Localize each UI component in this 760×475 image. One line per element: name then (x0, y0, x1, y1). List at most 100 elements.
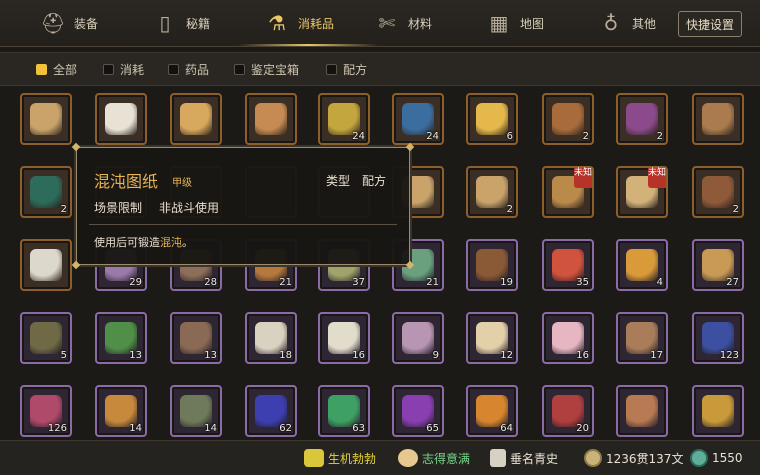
inventory-slot[interactable]: 4 (616, 239, 668, 291)
inventory-slot[interactable]: 64 (466, 385, 518, 437)
unknown-badge: 未知 (648, 168, 666, 188)
item-count: 24 (352, 131, 365, 142)
inventory-slot[interactable] (692, 93, 744, 145)
inventory-slot[interactable]: 2 (466, 166, 518, 218)
inventory-slot[interactable]: 123 (692, 312, 744, 364)
lamp-icon: ♁ (603, 11, 619, 35)
item-count: 29 (129, 277, 142, 288)
tab-manuals[interactable]: ▯ 秘籍 (150, 0, 210, 46)
inventory-slot[interactable] (616, 385, 668, 437)
inventory-slot[interactable] (692, 385, 744, 437)
item-count: 27 (726, 277, 739, 288)
wooden-chest-icon (702, 176, 734, 208)
inventory-slot[interactable]: 16 (542, 312, 594, 364)
status-fame[interactable]: 垂名青史 (490, 449, 558, 467)
inventory-slot[interactable]: 14 (170, 385, 222, 437)
inventory-slot[interactable]: 126 (20, 385, 72, 437)
inventory-slot[interactable]: 2 (20, 166, 72, 218)
inventory-slot[interactable]: 17 (616, 312, 668, 364)
inventory-slot[interactable]: 62 (245, 385, 297, 437)
status-jade[interactable]: 1550 (690, 449, 743, 467)
filter-appraisal-chest[interactable]: 鉴定宝箱 (234, 61, 299, 78)
wine-cup-icon (30, 249, 62, 281)
unknown-badge: 未知 (574, 168, 592, 188)
item-count: 63 (352, 423, 365, 434)
tooltip-title: 混沌图纸 (94, 172, 159, 191)
inventory-slot[interactable]: 9 (392, 312, 444, 364)
tab-label: 秘籍 (186, 16, 211, 31)
dish-icon (626, 249, 658, 281)
inventory-slot[interactable]: 6 (466, 93, 518, 145)
inventory-slot[interactable]: 5 (20, 312, 72, 364)
status-mood[interactable]: 志得意满 (398, 449, 470, 467)
inventory-slot[interactable]: 2 (692, 166, 744, 218)
status-health[interactable]: 生机勃勃 (304, 449, 376, 467)
filter-medicine[interactable]: 药品 (168, 61, 209, 78)
status-label: 1236贯137文 (606, 451, 684, 466)
item-count: 64 (500, 423, 513, 434)
filter-consume[interactable]: 消耗 (103, 61, 144, 78)
status-money[interactable]: 1236贯137文 (584, 449, 683, 467)
tab-other[interactable]: ♁ 其他 (596, 0, 656, 46)
item-count: 5 (60, 350, 67, 361)
inventory-slot[interactable] (95, 93, 147, 145)
item-count: 16 (352, 350, 365, 361)
item-tooltip: 混沌图纸 甲级 类型 配方 场景限制 非战斗使用 使用后可锻造混沌。 (71, 142, 415, 270)
status-label: 生机勃勃 (328, 451, 377, 466)
item-count: 2 (582, 131, 589, 142)
inventory-slot[interactable]: 2 (542, 93, 594, 145)
inventory-slot[interactable]: 20 (542, 385, 594, 437)
treasure-chest-blue-icon (552, 103, 584, 135)
tab-equipment[interactable]: ⛑ 装备 (38, 0, 98, 46)
top-tab-bar: ⛑ 装备 ▯ 秘籍 ⚗ 消耗品 ✄ 材料 ▦ 地图 ♁ 其他 快捷设置 (0, 0, 760, 47)
inventory-slot[interactable]: 未知 (616, 166, 668, 218)
inventory-slot[interactable]: 24 (318, 93, 370, 145)
inventory-slot[interactable]: 2 (616, 93, 668, 145)
inventory-slot[interactable]: 65 (392, 385, 444, 437)
filter-all[interactable]: 全部 (36, 61, 77, 78)
radio-icon (168, 64, 179, 75)
inventory-slot[interactable]: 24 (392, 93, 444, 145)
inventory-slot[interactable] (20, 93, 72, 145)
dish-icon (30, 322, 62, 354)
inventory-slot[interactable]: 13 (95, 312, 147, 364)
tab-maps[interactable]: ▦ 地图 (484, 0, 544, 46)
inventory-slot[interactable]: 14 (95, 385, 147, 437)
inventory-slot[interactable]: 19 (466, 239, 518, 291)
quick-settings-button[interactable]: 快捷设置 (678, 11, 742, 37)
inventory-slot[interactable]: 18 (245, 312, 297, 364)
tab-label: 装备 (74, 16, 99, 31)
tools-icon: ✄ (378, 11, 396, 35)
item-count: 126 (47, 423, 67, 434)
inventory-slot[interactable] (245, 93, 297, 145)
inventory-slot[interactable]: 12 (466, 312, 518, 364)
item-count: 12 (500, 350, 513, 361)
item-count: 62 (279, 423, 292, 434)
item-count: 65 (426, 423, 439, 434)
desc-text: 使用后可锻造 (94, 236, 160, 249)
inventory-slot[interactable]: 13 (170, 312, 222, 364)
inventory-slot[interactable] (170, 93, 222, 145)
inventory-slot[interactable]: 27 (692, 239, 744, 291)
filter-label: 配方 (343, 63, 368, 77)
item-count: 18 (279, 350, 292, 361)
tooltip-description: 使用后可锻造混沌。 (94, 234, 193, 250)
tooltip-limit-label: 场景限制 (94, 201, 143, 215)
inventory-slot[interactable]: 16 (318, 312, 370, 364)
tab-consumables[interactable]: ⚗ 消耗品 (262, 0, 334, 46)
inventory-slot[interactable]: 未知 (542, 166, 594, 218)
tooltip-divider (89, 224, 397, 225)
inventory-slot[interactable]: 63 (318, 385, 370, 437)
filter-recipe[interactable]: 配方 (326, 61, 367, 78)
inventory-slot[interactable] (20, 239, 72, 291)
filter-bar: 全部 消耗 药品 鉴定宝箱 配方 (0, 52, 760, 86)
status-label: 垂名青史 (510, 451, 559, 466)
item-count: 9 (432, 350, 439, 361)
item-count: 20 (576, 423, 589, 434)
inventory-slot[interactable]: 35 (542, 239, 594, 291)
tab-materials[interactable]: ✄ 材料 (372, 0, 432, 46)
item-count: 6 (506, 131, 513, 142)
filter-label: 鉴定宝箱 (251, 63, 300, 77)
item-count: 24 (426, 131, 439, 142)
dish-icon (402, 322, 434, 354)
